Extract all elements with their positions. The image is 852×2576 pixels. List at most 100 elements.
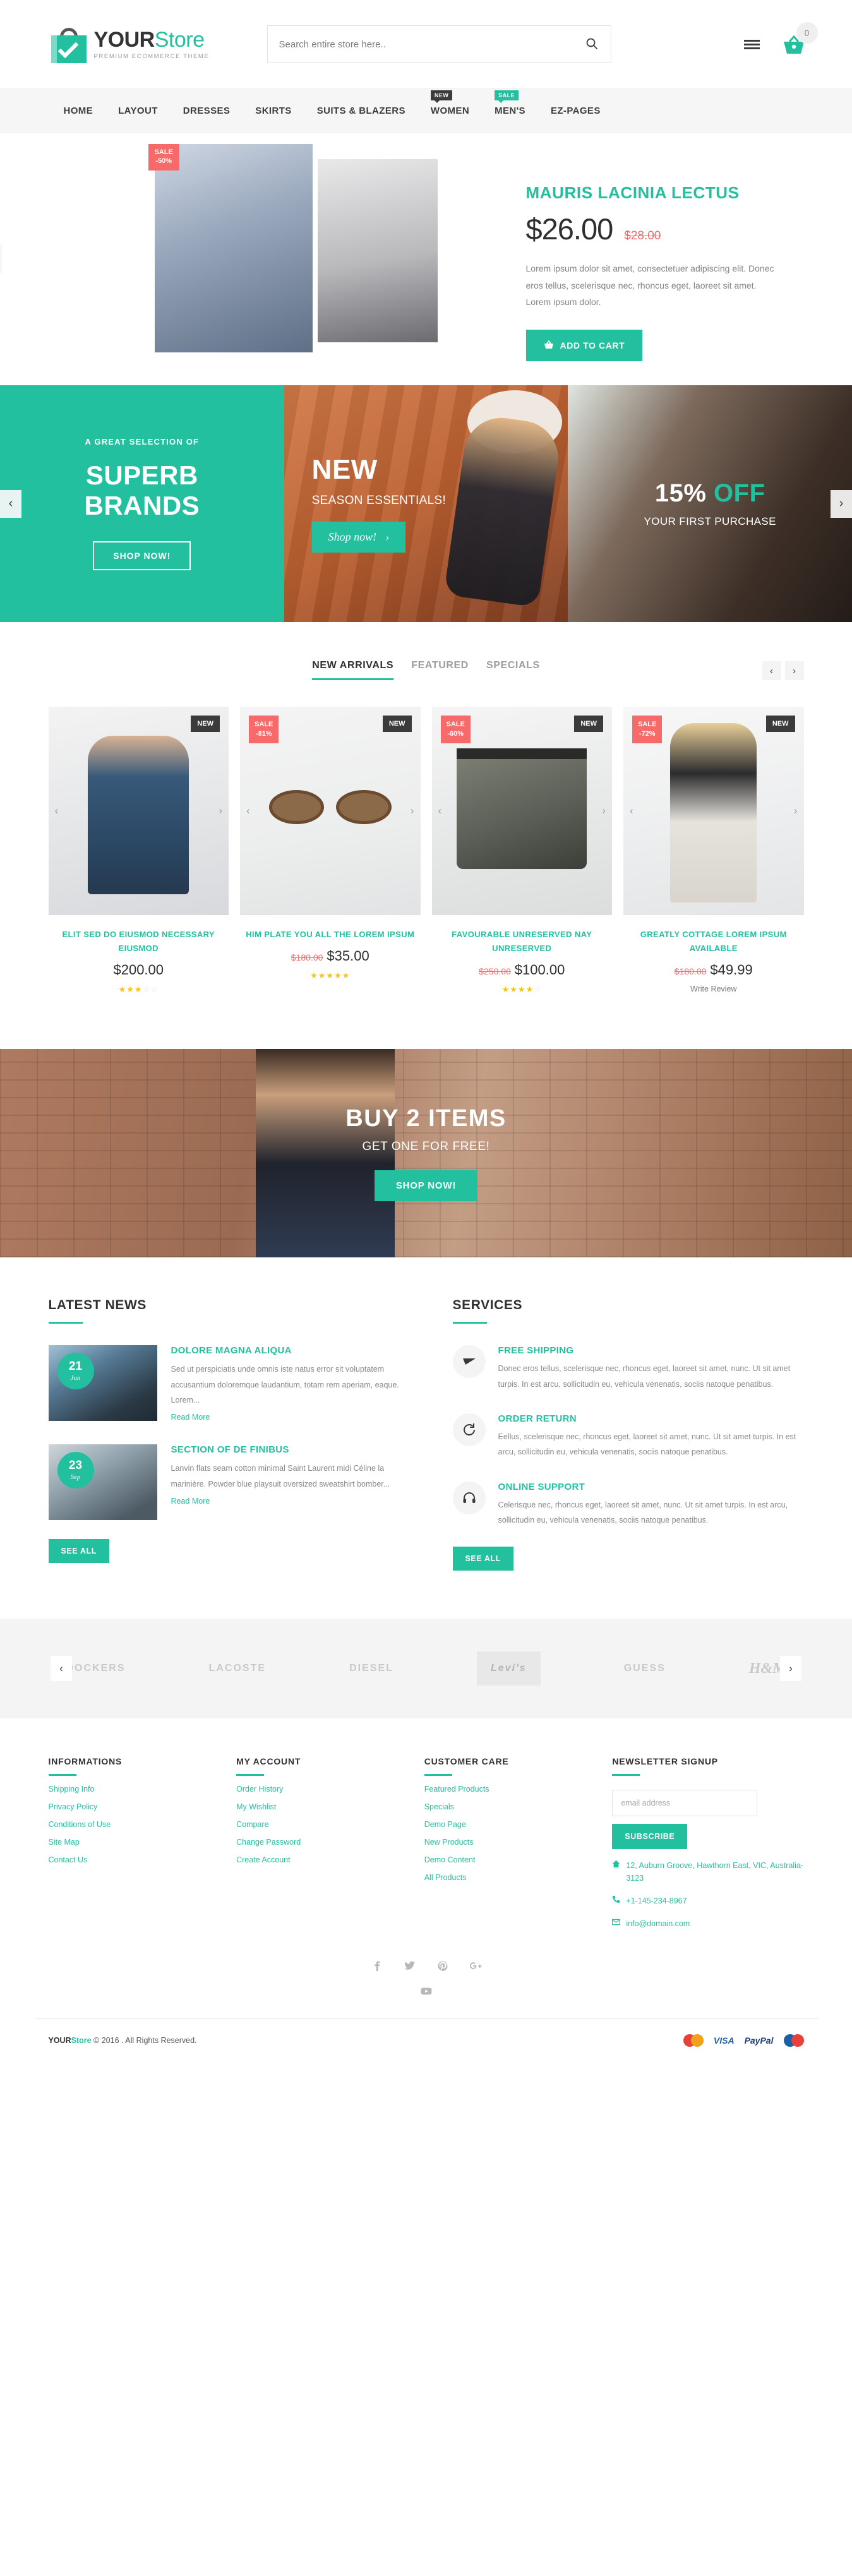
visa-icon: VISA [713, 2035, 735, 2046]
search-input[interactable] [279, 39, 584, 50]
footer-link-specials[interactable]: Specials [424, 1802, 591, 1811]
contact-email[interactable]: info@domain.com [612, 1917, 803, 1930]
footer-link-change-password[interactable]: Change Password [236, 1838, 403, 1847]
contact-phone[interactable]: +1-145-234-8967 [612, 1895, 803, 1907]
news-item[interactable]: 21 Jun DOLORE MAGNA ALIQUA Sed ut perspicia… [48, 1345, 402, 1423]
products-prev-button[interactable]: ‹ [762, 661, 781, 680]
news-read-more-link[interactable]: Read More [171, 1413, 210, 1422]
news-title[interactable]: DOLORE MAGNA ALIQUA [171, 1345, 402, 1356]
search-box[interactable] [267, 25, 611, 63]
product-card[interactable]: SALE -60% NEW ‹ › FAVOURABLE UNRESERVED NAY U… [431, 707, 613, 995]
menu-toggle-button[interactable] [743, 39, 760, 49]
footer-link-contact-us[interactable]: Contact Us [49, 1855, 215, 1864]
brand-logo-guess[interactable]: GUESS [624, 1663, 666, 1674]
brand-logo-levis[interactable]: Levi's [476, 1651, 541, 1686]
brands-next-button[interactable]: › [780, 1656, 801, 1682]
cart-button[interactable]: 0 [781, 21, 818, 59]
promo-banner-brands[interactable]: A GREAT SELECTION OF SUPERB BRANDS SHOP … [0, 385, 284, 622]
product-card[interactable]: NEW ‹ › ELIT SED DO EIUSMOD NECESSARY EIUSM… [48, 707, 229, 995]
product-prev-image-button[interactable]: ‹ [630, 805, 633, 817]
newsletter-subscribe-button[interactable]: SUBSCRIBE [612, 1824, 688, 1850]
nav-item-skirts[interactable]: SKIRTS [255, 105, 291, 116]
news-see-all-button[interactable]: SEE ALL [48, 1539, 110, 1564]
promo-banner-new-season[interactable]: NEW SEASON ESSENTIALS! Shop now! › [284, 385, 568, 622]
product-card[interactable]: SALE -72% NEW ‹ › GREATLY COTTAGE LOREM IPSUM… [623, 707, 804, 995]
hero-add-to-cart-button[interactable]: ADD TO CART [525, 329, 643, 361]
footer-link-conditions-of-use[interactable]: Conditions of Use [49, 1820, 215, 1829]
nav-item-layout[interactable]: LAYOUT [118, 105, 158, 116]
product-next-image-button[interactable]: › [794, 805, 798, 817]
footer-link-featured-products[interactable]: Featured Products [424, 1785, 591, 1794]
brand-logo-diesel[interactable]: DIESEL [349, 1663, 393, 1674]
brands-carousel: ‹ DOCKERS LACOSTE DIESEL Levi's GUESS H&M › [0, 1619, 852, 1719]
nav-item-home[interactable]: HOME [64, 105, 93, 116]
product-title[interactable]: ELIT SED DO EIUSMOD NECESSARY EIUSMOD [49, 928, 229, 956]
footer-link-shipping-info[interactable]: Shipping Info [49, 1785, 215, 1794]
product-card[interactable]: SALE -81% NEW ‹ › HIM PLATE YOU ALL THE LOREM… [240, 707, 421, 995]
pinterest-icon[interactable] [435, 1958, 451, 1974]
footer-link-demo-content[interactable]: Demo Content [424, 1855, 591, 1864]
product-next-image-button[interactable]: › [411, 805, 414, 817]
youtube-icon[interactable] [418, 1983, 435, 1999]
product-next-image-button[interactable]: › [219, 805, 222, 817]
promo-brands-shop-button[interactable]: SHOP NOW! [93, 541, 191, 571]
nav-item-women[interactable]: NEW WOMEN [430, 90, 469, 116]
newsletter-email-input[interactable] [612, 1790, 758, 1817]
nav-item-dresses[interactable]: DRESSES [183, 105, 231, 116]
copyright-text: YOURStore © 2016 . All Rights Reserved. [48, 2036, 197, 2046]
product-prev-image-button[interactable]: ‹ [55, 805, 59, 817]
nav-item-ez-pages[interactable]: EZ-PAGES [551, 105, 601, 116]
footer-link-compare[interactable]: Compare [236, 1820, 403, 1829]
product-prev-image-button[interactable]: ‹ [438, 805, 442, 817]
product-title[interactable]: HIM PLATE YOU ALL THE LOREM IPSUM [240, 928, 421, 942]
footer-link-privacy-policy[interactable]: Privacy Policy [49, 1802, 215, 1811]
search-button[interactable] [584, 37, 599, 52]
paypal-icon: PayPal [744, 2035, 774, 2046]
brands-prev-button[interactable]: ‹ [51, 1656, 72, 1682]
promo-wide-banner[interactable]: BUY 2 ITEMS GET ONE FOR FREE! SHOP NOW! [0, 1049, 852, 1258]
logo[interactable]: YOURStore PREMIUM ECOMMERCE THEME [35, 25, 249, 63]
tab-featured[interactable]: FEATURED [411, 660, 469, 680]
news-title[interactable]: SECTION OF DE FINIBUS [171, 1444, 402, 1455]
promo-prev-button[interactable]: ‹ [0, 489, 21, 518]
hero-product-image-1: SALE -50% [148, 144, 313, 352]
hero-description: Lorem ipsum dolor sit amet, consectetuer… [525, 263, 774, 308]
hero-prev-button[interactable]: ‹ [0, 245, 2, 273]
tab-new-arrivals[interactable]: NEW ARRIVALS [312, 660, 394, 680]
services-see-all-button[interactable]: SEE ALL [452, 1547, 514, 1571]
footer-link-my-wishlist[interactable]: My Wishlist [236, 1802, 403, 1811]
footer-link-site-map[interactable]: Site Map [49, 1838, 215, 1847]
promo-brands-small-text: A GREAT SELECTION OF [85, 436, 200, 446]
footer-link-order-history[interactable]: Order History [236, 1785, 403, 1794]
google-plus-icon[interactable] [467, 1958, 484, 1974]
products-next-button[interactable]: › [784, 661, 804, 680]
brand-logo-dockers[interactable]: DOCKERS [66, 1663, 126, 1674]
facebook-icon[interactable] [369, 1958, 385, 1974]
footer-link-create-account[interactable]: Create Account [236, 1855, 403, 1864]
newsletter-title: NEWSLETTER SIGNUP [612, 1756, 718, 1767]
footer-link-all-products[interactable]: All Products [424, 1873, 591, 1882]
promo-banner-discount[interactable]: 15% OFF YOUR FIRST PURCHASE [568, 385, 852, 622]
promo-next-button[interactable]: › [831, 489, 852, 518]
nav-item-label: LAYOUT [118, 105, 158, 116]
product-next-image-button[interactable]: › [602, 805, 606, 817]
news-read-more-link[interactable]: Read More [171, 1497, 210, 1506]
footer-link-demo-page[interactable]: Demo Page [424, 1820, 591, 1829]
product-title[interactable]: GREATLY COTTAGE LOREM IPSUM AVAILABLE [623, 928, 804, 956]
nav-item-men-s[interactable]: SALE MEN'S [495, 90, 525, 116]
product-prev-image-button[interactable]: ‹ [246, 805, 250, 817]
wide-banner-shop-button[interactable]: SHOP NOW! [374, 1170, 478, 1202]
nav-item-suits-blazers[interactable]: SUITS & BLAZERS [317, 105, 405, 116]
footer-column-title: INFORMATIONS [48, 1756, 123, 1767]
service-description: Donec eros tellus, scelerisque nec, rhon… [498, 1364, 791, 1389]
product-tabs: NEW ARRIVALS FEATURED SPECIALS [312, 660, 540, 680]
product-price-row: $250.00 $100.00 [432, 962, 613, 978]
brand-logo-lacoste[interactable]: LACOSTE [209, 1663, 266, 1674]
footer-link-new-products[interactable]: New Products [424, 1838, 591, 1847]
product-title[interactable]: FAVOURABLE UNRESERVED NAY UNRESERVED [432, 928, 613, 956]
news-item[interactable]: 23 Sep SECTION OF DE FINIBUS Lanvin flats s… [48, 1444, 402, 1521]
promo-new-season-shop-button[interactable]: Shop now! › [311, 522, 406, 553]
tab-specials[interactable]: SPECIALS [486, 660, 540, 680]
twitter-icon[interactable] [402, 1958, 418, 1974]
write-review-link[interactable]: Write Review [623, 985, 804, 993]
